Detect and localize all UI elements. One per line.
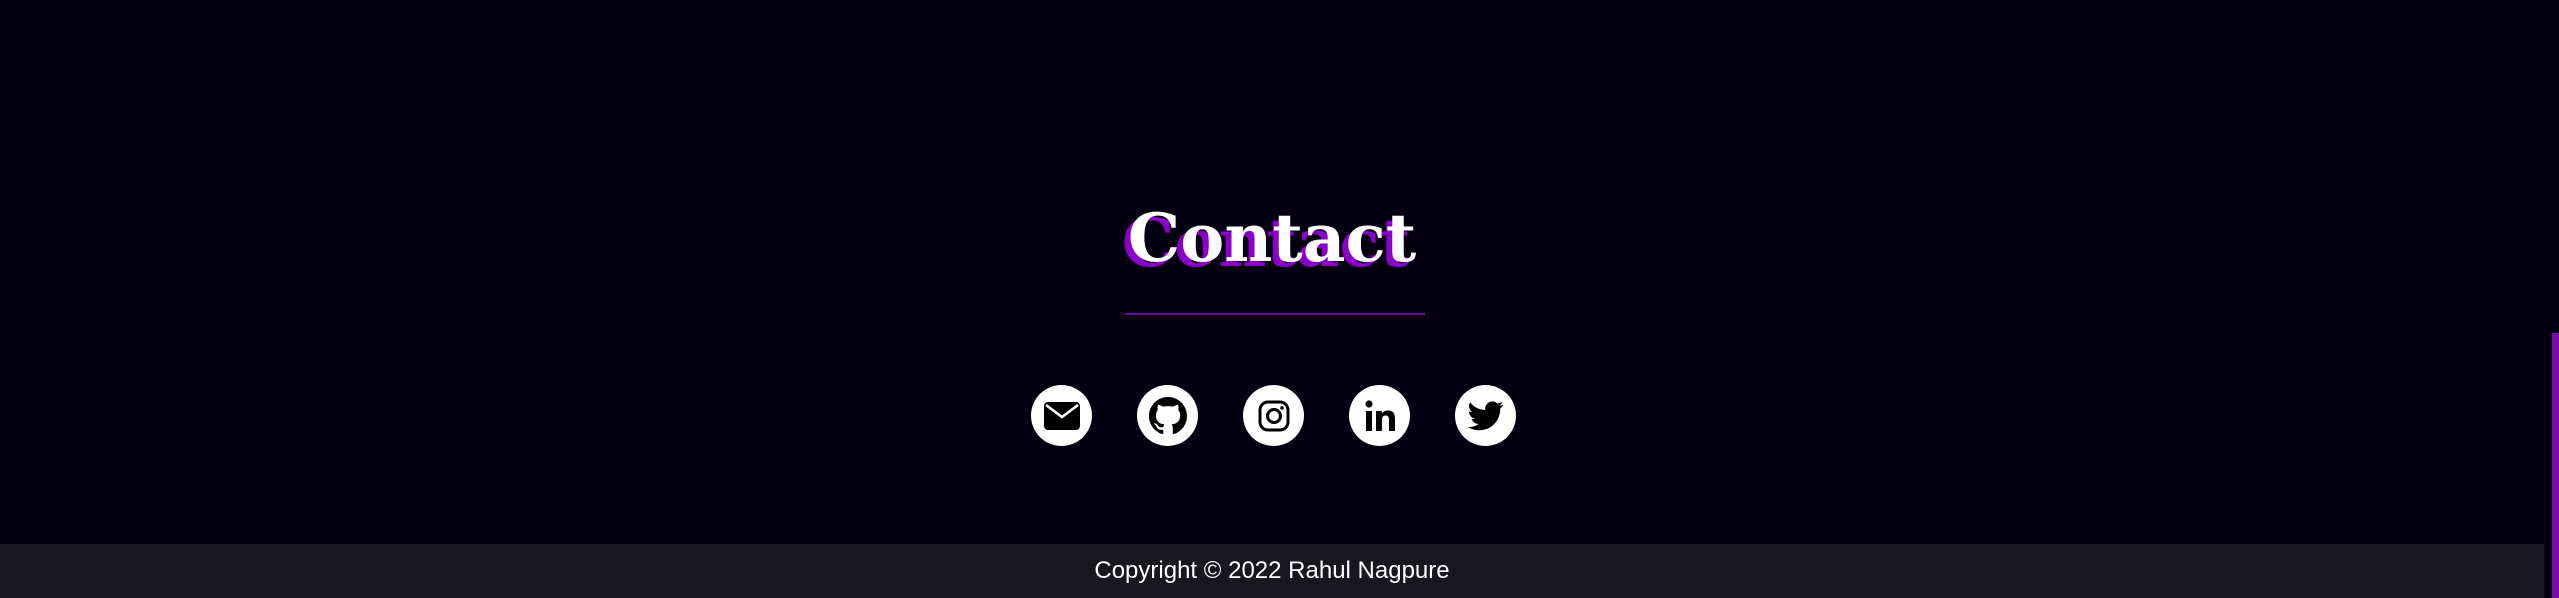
scrollbar-thumb[interactable] <box>2552 333 2559 598</box>
copyright-text: Copyright © 2022 Rahul Nagpure <box>1094 557 1450 584</box>
contact-section: Contact <box>0 0 2544 544</box>
github-icon <box>1148 396 1187 435</box>
linkedin-link[interactable] <box>1349 385 1410 446</box>
footer: Copyright © 2022 Rahul Nagpure <box>0 544 2559 598</box>
twitter-link[interactable] <box>1455 385 1516 446</box>
social-links <box>1031 385 1516 446</box>
email-link[interactable] <box>1031 385 1092 446</box>
scrollbar[interactable] <box>2544 0 2559 598</box>
page: Contact Copyright © 2022 Rahul Nagpure <box>0 0 2559 598</box>
linkedin-icon <box>1363 399 1397 433</box>
instagram-link[interactable] <box>1243 385 1304 446</box>
github-link[interactable] <box>1137 385 1198 446</box>
contact-title: Contact <box>1127 199 1417 277</box>
twitter-icon <box>1467 400 1504 431</box>
instagram-icon <box>1258 400 1290 432</box>
envelope-icon <box>1043 401 1080 430</box>
title-divider <box>1125 313 1425 315</box>
